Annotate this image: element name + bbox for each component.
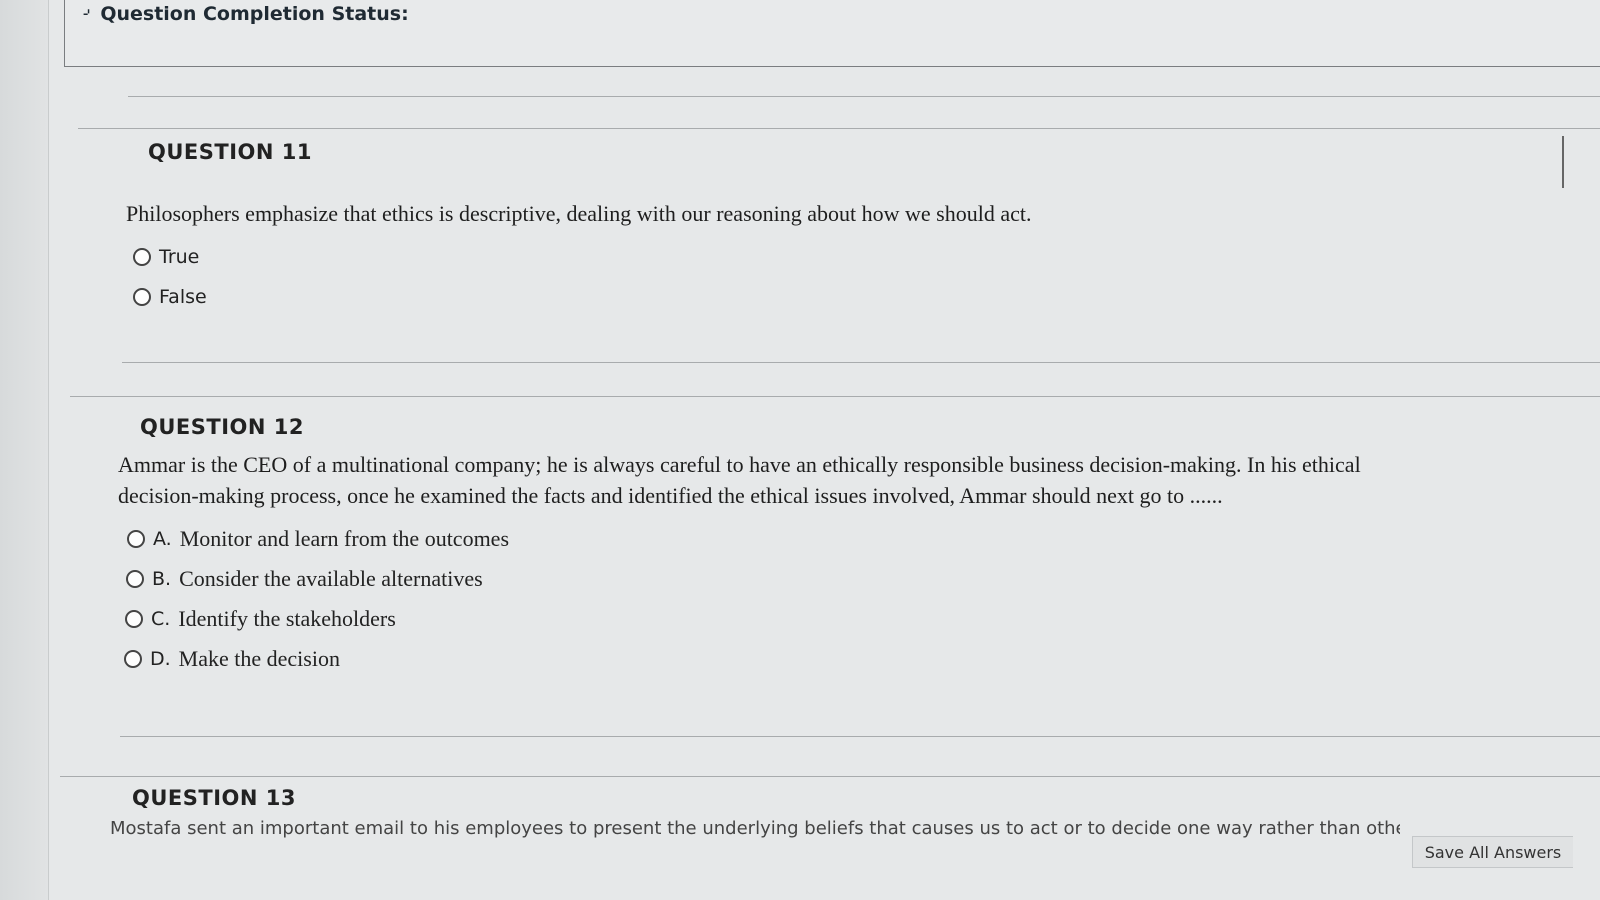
divider	[78, 128, 1600, 129]
option-label: False	[159, 286, 207, 308]
option-text: Consider the available alternatives	[179, 566, 483, 591]
radio-button[interactable]	[124, 650, 142, 668]
chevron-down-icon: ⌏	[83, 6, 95, 22]
completion-status-panel: ⌏ Question Completion Status:	[64, 0, 1600, 67]
option-text: Make the decision	[178, 646, 340, 671]
radio-button[interactable]	[125, 610, 143, 628]
question-text: Philosophers emphasize that ethics is de…	[126, 201, 1032, 226]
option-d[interactable]: D. Make the decision	[124, 646, 340, 672]
question-text-line-1: Ammar is the CEO of a multinational comp…	[118, 452, 1361, 477]
option-letter: D.	[150, 648, 171, 670]
question-text-line-2: decision-making process, once he examine…	[118, 483, 1223, 508]
divider	[120, 736, 1600, 737]
question-frame-edge	[1562, 136, 1564, 188]
completion-status-toggle[interactable]: ⌏ Question Completion Status:	[83, 3, 409, 25]
option-false[interactable]: False	[133, 286, 207, 308]
question-title: QUESTION 12	[140, 415, 304, 439]
divider	[128, 96, 1600, 97]
option-b[interactable]: B. Consider the available alternatives	[126, 566, 483, 592]
question-title: QUESTION 13	[132, 786, 296, 810]
option-letter: A.	[153, 528, 172, 550]
left-rail	[0, 0, 49, 900]
question-title: QUESTION 11	[148, 140, 312, 164]
radio-button[interactable]	[127, 530, 145, 548]
option-letter: C.	[151, 608, 171, 630]
divider	[70, 396, 1600, 397]
completion-status-label: Question Completion Status:	[100, 3, 409, 25]
option-letter: B.	[152, 568, 172, 590]
option-a[interactable]: A. Monitor and learn from the outcomes	[127, 526, 509, 552]
option-text: Monitor and learn from the outcomes	[179, 526, 510, 551]
option-text: Identify the stakeholders	[178, 606, 396, 631]
option-label: True	[159, 246, 200, 268]
radio-button[interactable]	[126, 570, 144, 588]
radio-button[interactable]	[133, 248, 151, 266]
question-text-line-1: Mostafa sent an important email to his e…	[110, 818, 1400, 839]
option-c[interactable]: C. Identify the stakeholders	[125, 606, 396, 632]
option-true[interactable]: True	[133, 246, 199, 268]
radio-button[interactable]	[133, 288, 151, 306]
divider	[122, 362, 1600, 363]
divider	[60, 776, 1600, 777]
save-all-answers-button[interactable]: Save All Answers	[1412, 836, 1573, 868]
